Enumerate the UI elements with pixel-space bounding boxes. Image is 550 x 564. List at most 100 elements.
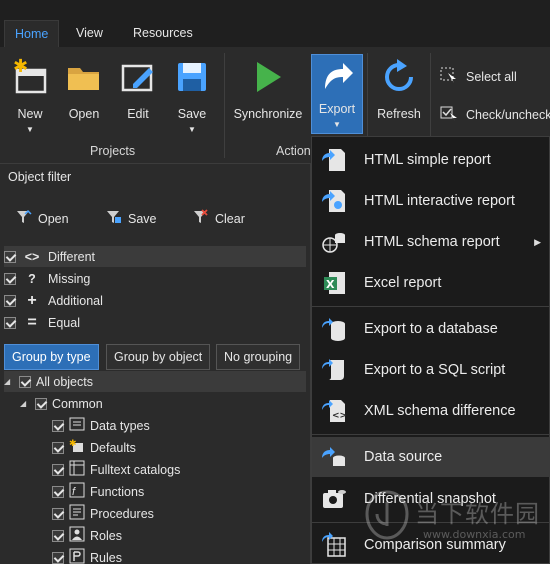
refresh-label: Refresh [377, 107, 421, 121]
watermark-url: www.downxia.com [423, 528, 526, 541]
filter-clear-button[interactable]: Clear [193, 209, 245, 228]
filter-save-button[interactable]: Save [106, 209, 157, 228]
menu-item-html-schema-report[interactable]: HTML schema report ▶ [312, 222, 550, 262]
filter-save-label: Save [128, 211, 157, 226]
tree-node-label: Defaults [90, 440, 136, 455]
group-by-type-button[interactable]: Group by type [4, 344, 99, 370]
no-grouping-button[interactable]: No grouping [216, 344, 301, 370]
edit-icon [108, 55, 168, 99]
tab-view[interactable]: View [66, 20, 113, 47]
tree-node-functions[interactable]: f Functions [52, 481, 144, 502]
ribbon-tab-bar: Home View Resources [0, 0, 550, 47]
data-source-icon [312, 444, 356, 470]
tree-node-common[interactable]: ◢ Common [20, 393, 103, 414]
tree-node-fulltext-catalogs[interactable]: Fulltext catalogs [52, 459, 180, 480]
tree-node-all-objects[interactable]: ◢ All objects [4, 371, 306, 392]
menu-item-export-to-sql-script[interactable]: Export to a SQL script [312, 350, 550, 390]
open-label: Open [68, 107, 100, 121]
menu-item-label: XML schema difference [364, 403, 516, 419]
tree-node-label: Common [52, 396, 103, 411]
refresh-button[interactable]: Refresh [369, 55, 429, 121]
menu-item-label: Export to a database [364, 321, 498, 337]
roles-icon [69, 526, 85, 545]
checkbox[interactable] [52, 529, 64, 542]
menu-item-label: HTML schema report [364, 234, 500, 250]
checkbox[interactable] [4, 294, 16, 307]
select-all-button[interactable]: Select all [440, 67, 517, 86]
expand-icon[interactable]: ◢ [4, 377, 14, 386]
refresh-icon [369, 55, 429, 99]
menu-item-xml-schema-difference[interactable]: <> XML schema difference [312, 391, 550, 431]
menu-item-export-to-database[interactable]: Export to a database [312, 309, 550, 349]
object-filter-panel: Object filter Open Save Clear <> Differe… [0, 164, 311, 564]
checkbox[interactable] [4, 272, 16, 285]
export-button[interactable]: Export ▼ [311, 54, 363, 134]
filter-open-button[interactable]: Open [16, 209, 69, 228]
checkbox[interactable] [35, 397, 47, 410]
chevron-down-icon: ▼ [188, 125, 196, 134]
watermark: 当下软件园 www.downxia.com [363, 490, 548, 560]
new-button[interactable]: ✱ New ▼ [0, 55, 60, 134]
save-button[interactable]: Save ▼ [162, 55, 222, 134]
group-by-object-button[interactable]: Group by object [106, 344, 211, 370]
checkbox[interactable] [52, 507, 64, 520]
menu-item-label: Export to a SQL script [364, 362, 506, 378]
tree-node-label: Rules [90, 550, 122, 564]
select-all-label: Select all [466, 69, 517, 84]
menu-item-excel-report[interactable]: X Excel report [312, 263, 550, 303]
equal-icon: = [27, 313, 37, 331]
tree-node-roles[interactable]: Roles [52, 525, 122, 546]
checkbox[interactable] [19, 375, 31, 388]
tree-node-data-types[interactable]: Data types [52, 415, 150, 436]
check-uncheck-label: Check/uncheck [466, 107, 550, 122]
tree-node-rules[interactable]: Rules [52, 547, 122, 564]
filter-open-icon [16, 209, 32, 228]
check-uncheck-button[interactable]: Check/uncheck [440, 105, 550, 124]
html-simple-report-icon [312, 147, 356, 173]
tree-node-defaults[interactable]: ✱ Defaults [52, 437, 136, 458]
floppy-disk-icon [162, 55, 222, 99]
synchronize-label: Synchronize [233, 107, 303, 121]
filter-item-missing[interactable]: ? Missing [4, 268, 306, 289]
filter-item-additional[interactable]: + Additional [4, 290, 306, 311]
menu-item-html-interactive-report[interactable]: HTML interactive report [312, 181, 550, 221]
edit-button[interactable]: Edit [108, 55, 168, 121]
rules-icon [69, 548, 85, 564]
menu-item-data-source[interactable]: Data source [312, 437, 550, 477]
expand-icon[interactable]: ◢ [20, 399, 30, 408]
comparison-summary-icon [312, 532, 356, 558]
different-icon: <> [24, 249, 40, 264]
checkbox[interactable] [52, 463, 64, 476]
filter-item-equal[interactable]: = Equal [4, 312, 306, 333]
checkbox[interactable] [4, 316, 16, 329]
filter-clear-icon [193, 209, 209, 228]
filter-open-label: Open [38, 211, 69, 226]
tab-home[interactable]: Home [4, 20, 60, 47]
menu-item-html-simple-report[interactable]: HTML simple report [312, 140, 550, 180]
xml-schema-icon: <> [312, 398, 356, 424]
filter-item-different[interactable]: <> Different [4, 246, 306, 267]
synchronize-button[interactable]: Synchronize [232, 55, 304, 121]
filter-save-icon [106, 209, 122, 228]
checkbox[interactable] [52, 441, 64, 454]
tab-resources[interactable]: Resources [123, 20, 203, 47]
checkbox[interactable] [4, 250, 16, 263]
tree-node-procedures[interactable]: Procedures [52, 503, 154, 524]
excel-icon: X [312, 270, 356, 296]
sql-script-icon [312, 357, 356, 383]
action-group-label: Action [276, 144, 311, 158]
tree-node-label: Procedures [90, 506, 154, 521]
checkbox[interactable] [52, 551, 64, 564]
filter-clear-label: Clear [215, 211, 245, 226]
panel-title: Object filter [8, 170, 72, 184]
checkbox[interactable] [52, 485, 64, 498]
tree-node-label: Functions [90, 484, 145, 499]
question-icon: ? [28, 271, 36, 286]
svg-text:✱: ✱ [69, 438, 77, 448]
svg-text:X: X [326, 278, 335, 291]
checkbox[interactable] [52, 419, 64, 432]
open-button[interactable]: Open [54, 55, 114, 121]
play-icon [232, 55, 304, 99]
menu-item-label: Data source [364, 449, 443, 465]
tree-node-label: Fulltext catalogs [90, 462, 181, 477]
